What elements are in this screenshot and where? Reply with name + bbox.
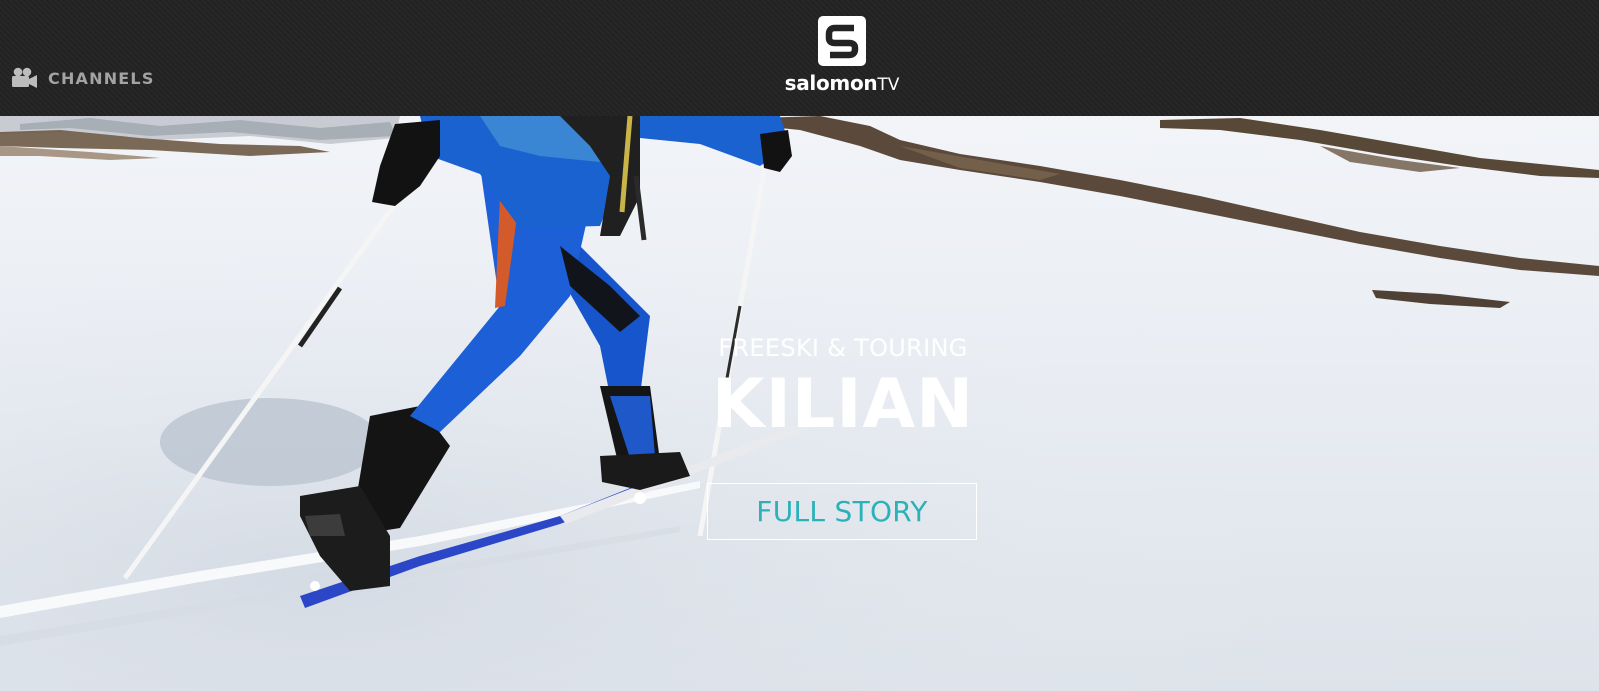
hero-title: KILIAN [711, 365, 975, 444]
video-camera-icon [10, 66, 38, 90]
channels-label: CHANNELS [48, 68, 155, 88]
hero-category: FREESKI & TOURING [718, 334, 968, 362]
channels-menu-button[interactable]: CHANNELS [10, 66, 155, 90]
hero-banner: FREESKI & TOURING KILIAN FULL STORY [0, 116, 1599, 691]
logo-tv-text: TV [877, 75, 900, 95]
logo-brand-text: salomon [784, 71, 878, 95]
top-header: CHANNELS salomonTV [0, 0, 1599, 116]
logo-wordmark: salomonTV [772, 71, 912, 95]
salomon-tv-logo[interactable]: salomonTV [772, 16, 912, 96]
full-story-button[interactable]: FULL STORY [707, 483, 977, 540]
salomon-s-logo-icon [818, 16, 866, 66]
